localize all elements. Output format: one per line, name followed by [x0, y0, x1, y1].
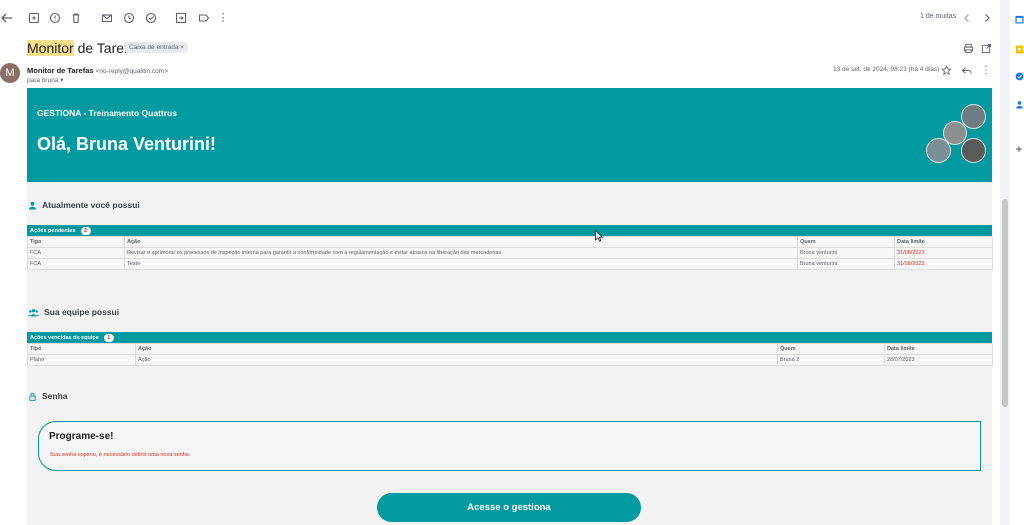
mouse-cursor-icon	[595, 230, 603, 242]
table-row[interactable]: Plano Ação Bruna 2 28/07/2023	[27, 354, 993, 366]
archive-icon[interactable]	[27, 11, 41, 25]
pending-table-title: Ações pendentes	[30, 227, 76, 234]
star-icon[interactable]	[940, 64, 952, 76]
pending-actions-table: Ações pendentes 2 Tipo Ação Quem Data li…	[27, 225, 993, 270]
delete-icon[interactable]	[69, 11, 83, 25]
pager-count: 1 de muitas	[920, 13, 957, 20]
move-to-icon[interactable]	[174, 11, 188, 25]
calendar-icon[interactable]	[1014, 14, 1024, 24]
users-group-icon	[27, 307, 39, 317]
cell-quem: Bruna 2	[777, 354, 885, 366]
section-team-title: Sua equipe possui	[27, 307, 119, 317]
password-alert-box: Programe-se! Sua senha expirou, é necess…	[38, 421, 981, 471]
team-photo-image	[926, 138, 951, 163]
label-icon[interactable]	[197, 11, 211, 25]
col-tipo: Tipo	[27, 236, 125, 248]
password-alert-message: Sua senha expirou, é necessário definir …	[50, 452, 191, 458]
team-table-title: Ações vencidas da equipe	[30, 334, 99, 341]
access-gestiona-button[interactable]: Acesse o gestiona	[377, 493, 641, 522]
pending-table-header: Ações pendentes 2	[27, 225, 992, 236]
col-tipo: Tipo	[27, 343, 136, 355]
col-data-limite: Data limite	[884, 343, 993, 355]
col-data-limite: Data limite	[894, 236, 993, 248]
table-row[interactable]: FCA Teste Bruna venturini 31/08/2023	[27, 258, 993, 270]
sender-line: Monitor de Tarefas <no-reply@qualitin.co…	[27, 66, 168, 75]
header-banner: GESTIONA - Treinamento Quattrus Olá, Bru…	[27, 88, 992, 182]
section-password-title: Senha	[27, 391, 68, 401]
cell-quem: Bruna venturini	[797, 258, 895, 270]
team-photo-image	[961, 138, 986, 163]
cell-tipo: FCA	[27, 247, 125, 259]
print-icon[interactable]	[962, 42, 974, 54]
section-pending-title: Atualmente você possui	[27, 200, 140, 210]
add-addon-icon[interactable]: +	[1014, 142, 1024, 156]
mark-unread-icon[interactable]	[100, 11, 114, 25]
section-team-label: Sua equipe possui	[44, 307, 120, 317]
cell-data-limite: 31/08/2023	[894, 247, 993, 259]
scrollbar-thumb[interactable]	[1002, 199, 1008, 407]
pending-count-badge: 2	[80, 226, 91, 235]
chevron-right-icon[interactable]	[980, 11, 994, 25]
table-row[interactable]: FCA Revisar e aprimorar os processos de …	[27, 247, 993, 259]
more-vertical-icon[interactable]: ⋮	[216, 11, 230, 25]
col-acao: Ação	[135, 343, 778, 355]
team-table-header: Ações vencidas da equipe 1	[27, 332, 992, 343]
cell-quem: Bruna venturini	[797, 247, 895, 259]
more-options-icon[interactable]: ⋮	[980, 64, 992, 76]
back-arrow-icon[interactable]	[0, 11, 14, 25]
email-content: GESTIONA - Treinamento Quattrus Olá, Bru…	[27, 88, 993, 525]
cell-acao: Teste	[124, 258, 798, 270]
section-password-label: Senha	[42, 391, 68, 401]
report-spam-icon[interactable]	[48, 11, 62, 25]
subject-highlight: Monitor	[27, 40, 74, 56]
open-new-window-icon[interactable]	[980, 42, 992, 54]
col-acao: Ação	[124, 236, 798, 248]
section-pending-label: Atualmente você possui	[42, 200, 140, 210]
cell-data-limite: 28/07/2023	[884, 354, 993, 366]
snooze-clock-icon[interactable]	[122, 11, 136, 25]
reply-icon[interactable]	[960, 64, 972, 76]
cell-data-limite: 31/08/2023	[894, 258, 993, 270]
email-date: 13 de set. de 2024, 08:23 (há 4 dias)	[833, 66, 940, 73]
user-icon	[27, 200, 37, 210]
keep-notes-icon[interactable]	[1014, 44, 1024, 54]
banner-greeting: Olá, Bruna Venturini!	[37, 134, 217, 154]
team-table-grid: Tipo Ação Quem Data limite Plano Ação Br…	[27, 343, 993, 366]
sender-avatar[interactable]: M	[0, 63, 20, 83]
add-task-icon[interactable]	[144, 11, 158, 25]
cell-acao: Revisar e aprimorar os processos de insp…	[124, 247, 798, 259]
col-quem: Quem	[777, 343, 885, 355]
lock-icon	[27, 391, 37, 401]
col-quem: Quem	[797, 236, 895, 248]
cell-tipo: Plano	[27, 354, 136, 366]
table-header-row: Tipo Ação Quem Data limite	[27, 236, 993, 248]
inbox-label-chip[interactable]: Caixa de entrada ×	[125, 42, 189, 53]
cell-acao: Ação	[135, 354, 778, 366]
recipient-toggle[interactable]: para bruna ▾	[27, 76, 64, 84]
team-count-badge: 1	[103, 333, 114, 342]
table-header-row: Tipo Ação Quem Data limite	[27, 343, 993, 355]
sender-name[interactable]: Monitor de Tarefas	[27, 66, 94, 75]
password-alert-title: Programe-se!	[49, 431, 114, 442]
chevron-left-icon[interactable]	[960, 11, 974, 25]
cell-tipo: FCA	[27, 258, 125, 270]
sender-email: <no-reply@qualitin.com>	[95, 68, 168, 75]
tasks-icon[interactable]	[1014, 71, 1024, 81]
message-toolbar: ⋮ 1 de muitas	[0, 0, 1000, 36]
banner-subtitle: GESTIONA - Treinamento Quattrus	[37, 108, 177, 118]
team-actions-table: Ações vencidas da equipe 1 Tipo Ação Que…	[27, 332, 993, 366]
pending-table-grid: Tipo Ação Quem Data limite FCA Revisar e…	[27, 236, 993, 270]
vertical-scrollbar[interactable]	[1000, 0, 1010, 525]
contacts-icon[interactable]	[1014, 99, 1024, 109]
